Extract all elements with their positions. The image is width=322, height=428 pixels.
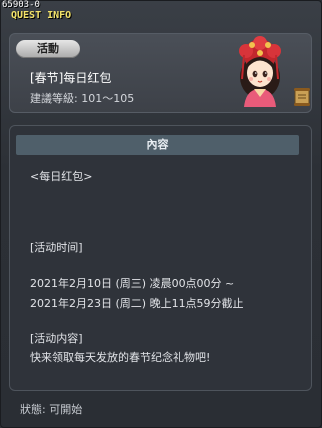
level-requirement: 建議等級: 101～105 — [30, 92, 135, 105]
scroll-icon — [294, 88, 310, 106]
quest-name: [春节]每日红包 — [30, 71, 112, 85]
quest-subtitle: <每日红包> — [30, 170, 93, 183]
event-end-time: 2021年2月23日 (周二) 晚上11点59分截止 — [30, 297, 244, 310]
window-title: QUEST INFO — [11, 10, 72, 21]
category-badge: 活動 — [16, 40, 80, 58]
event-start-time: 2021年2月10日 (周三) 凌晨00点00分 ~ — [30, 277, 235, 290]
event-content-heading: [活动内容] — [30, 332, 83, 345]
quest-id: 65903-0 — [2, 0, 40, 10]
event-content-text: 快来领取每天发放的春节纪念礼物吧! — [30, 351, 211, 364]
quest-status: 狀態: 可開始 — [20, 403, 83, 416]
npc-portrait-icon — [239, 36, 281, 107]
tab-content[interactable]: 內容 — [16, 135, 299, 155]
event-time-heading: [活动时间] — [30, 241, 83, 254]
